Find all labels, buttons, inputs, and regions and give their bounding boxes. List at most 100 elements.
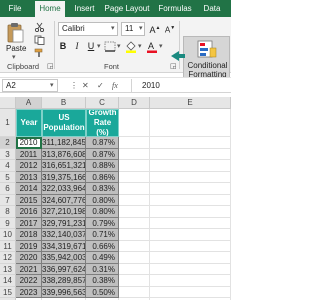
empty-cell[interactable]: [119, 275, 150, 287]
year-cell[interactable]: 2017: [16, 217, 42, 229]
empty-cell[interactable]: [119, 240, 150, 252]
growth-rate-cell[interactable]: 0.71%: [86, 229, 119, 241]
year-cell[interactable]: 2010: [16, 137, 42, 149]
population-cell[interactable]: 338,289,857: [42, 275, 86, 287]
underline-dropdown-icon[interactable]: ▾: [97, 42, 101, 50]
empty-cell[interactable]: [150, 194, 231, 206]
population-cell[interactable]: 322,033,964: [42, 183, 86, 195]
row-header-7[interactable]: 7: [0, 194, 16, 206]
row-header-14[interactable]: 14: [0, 275, 16, 287]
enter-icon[interactable]: ✓: [97, 79, 104, 92]
growth-rate-cell[interactable]: 0.49%: [86, 252, 119, 264]
row-header-2[interactable]: 2: [0, 137, 16, 149]
growth-rate-cell[interactable]: 0.66%: [86, 240, 119, 252]
year-cell[interactable]: 2021: [16, 263, 42, 275]
insert-function-icon[interactable]: fx: [112, 79, 118, 92]
row-header-5[interactable]: 5: [0, 171, 16, 183]
growth-rate-cell[interactable]: 0.87%: [86, 148, 119, 160]
font-size-dropdown-icon[interactable]: ▾: [139, 24, 143, 32]
empty-cell[interactable]: [119, 217, 150, 229]
tab-data[interactable]: Data: [200, 0, 224, 17]
population-cell[interactable]: 313,876,608: [42, 148, 86, 160]
tab-formulas[interactable]: Formulas: [156, 0, 194, 17]
empty-cell[interactable]: [150, 137, 231, 149]
year-cell[interactable]: 2019: [16, 240, 42, 252]
fill-color-dropdown-icon[interactable]: ▾: [138, 42, 142, 50]
empty-cell[interactable]: [119, 206, 150, 218]
growth-rate-cell[interactable]: 0.88%: [86, 160, 119, 172]
population-cell[interactable]: 319,375,166: [42, 171, 86, 183]
year-cell[interactable]: 2018: [16, 229, 42, 241]
growth-rate-cell[interactable]: 0.31%: [86, 263, 119, 275]
tab-home[interactable]: Home: [35, 1, 65, 17]
growth-rate-cell[interactable]: 0.80%: [86, 194, 119, 206]
growth-rate-cell[interactable]: 0.50%: [86, 286, 119, 298]
population-cell[interactable]: 332,140,037: [42, 229, 86, 241]
column-header-e[interactable]: E: [150, 97, 231, 109]
row-header-11[interactable]: 11: [0, 240, 16, 252]
year-cell[interactable]: 2011: [16, 148, 42, 160]
empty-cell[interactable]: [150, 217, 231, 229]
column-header-a[interactable]: A: [16, 97, 42, 109]
empty-cell[interactable]: [150, 263, 231, 275]
tab-page-layout[interactable]: Page Layout: [103, 0, 151, 17]
italic-button[interactable]: I: [72, 40, 82, 53]
row-header-15[interactable]: 15: [0, 286, 16, 298]
growth-rate-cell[interactable]: 0.38%: [86, 275, 119, 287]
tab-insert[interactable]: Insert: [71, 0, 98, 17]
column-header-d[interactable]: D: [119, 97, 150, 109]
year-cell[interactable]: 2020: [16, 252, 42, 264]
population-cell[interactable]: 339,996,563: [42, 286, 86, 298]
row-header-6[interactable]: 6: [0, 183, 16, 195]
population-cell[interactable]: 316,651,321: [42, 160, 86, 172]
empty-cell[interactable]: [150, 148, 231, 160]
empty-cell[interactable]: [119, 160, 150, 172]
empty-cell[interactable]: [150, 206, 231, 218]
empty-cell[interactable]: [119, 137, 150, 149]
select-all-corner[interactable]: [0, 97, 16, 109]
population-cell[interactable]: 329,791,231: [42, 217, 86, 229]
empty-cell[interactable]: [119, 194, 150, 206]
empty-cell[interactable]: [150, 240, 231, 252]
cancel-icon[interactable]: ✕: [82, 79, 89, 92]
empty-cell[interactable]: [150, 171, 231, 183]
empty-cell[interactable]: [119, 109, 150, 137]
fill-color-icon[interactable]: [125, 40, 137, 53]
font-color-icon[interactable]: A: [146, 40, 158, 53]
paste-dropdown-icon[interactable]: ▾: [12, 53, 16, 61]
population-cell[interactable]: 334,319,671: [42, 240, 86, 252]
year-cell[interactable]: 2013: [16, 171, 42, 183]
row-header-9[interactable]: 9: [0, 217, 16, 229]
header-cell-year[interactable]: Year: [16, 109, 42, 137]
header-cell-growth[interactable]: Growth Rate (%): [86, 109, 119, 137]
population-cell[interactable]: 324,607,776: [42, 194, 86, 206]
empty-cell[interactable]: [119, 148, 150, 160]
population-cell[interactable]: 311,182,845: [42, 137, 86, 149]
empty-cell[interactable]: [150, 160, 231, 172]
population-cell[interactable]: 327,210,198: [42, 206, 86, 218]
population-cell[interactable]: 336,997,624: [42, 263, 86, 275]
year-cell[interactable]: 2014: [16, 183, 42, 195]
column-header-c[interactable]: C: [86, 97, 119, 109]
name-box-dropdown-icon[interactable]: ▾: [50, 81, 54, 89]
paste-button[interactable]: Paste: [6, 44, 26, 53]
growth-rate-cell[interactable]: 0.87%: [86, 137, 119, 149]
borders-dropdown-icon[interactable]: ▾: [117, 42, 121, 50]
year-cell[interactable]: 2016: [16, 206, 42, 218]
year-cell[interactable]: 2023: [16, 286, 42, 298]
growth-rate-cell[interactable]: 0.86%: [86, 171, 119, 183]
empty-cell[interactable]: [119, 286, 150, 298]
font-color-dropdown-icon[interactable]: ▾: [159, 42, 163, 50]
empty-cell[interactable]: [150, 286, 231, 298]
empty-cell[interactable]: [119, 171, 150, 183]
row-header-4[interactable]: 4: [0, 160, 16, 172]
column-header-b[interactable]: B: [42, 97, 86, 109]
growth-rate-cell[interactable]: 0.80%: [86, 206, 119, 218]
format-painter-icon[interactable]: [34, 48, 45, 58]
row-header-1[interactable]: 1: [0, 109, 16, 137]
population-cell[interactable]: 335,942,003: [42, 252, 86, 264]
row-header-3[interactable]: 3: [0, 148, 16, 160]
growth-rate-cell[interactable]: 0.83%: [86, 183, 119, 195]
empty-cell[interactable]: [150, 229, 231, 241]
row-header-12[interactable]: 12: [0, 252, 16, 264]
